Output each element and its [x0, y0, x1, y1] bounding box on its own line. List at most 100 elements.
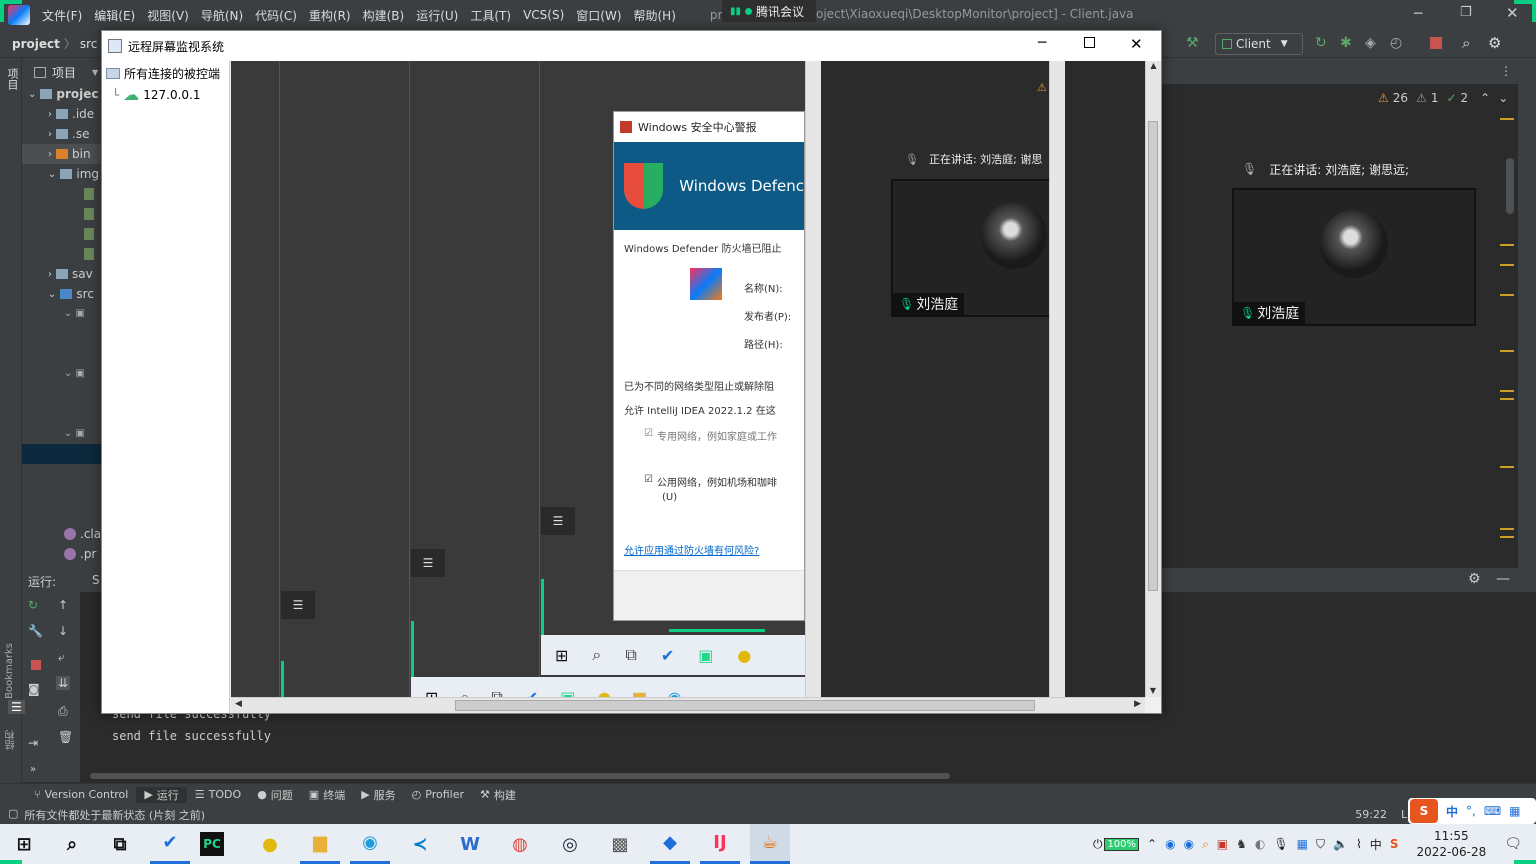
nested-vscrollbar[interactable] [805, 61, 821, 697]
run-config-select[interactable]: Client ▼ [1215, 33, 1303, 55]
scroll-thumb[interactable] [455, 700, 1035, 711]
minimize-icon[interactable]: ─ [1038, 35, 1046, 51]
project-header-label[interactable]: 项目 [52, 64, 76, 81]
ime-indicator[interactable]: 中 [1370, 836, 1382, 853]
wrench-icon[interactable]: 🔧 [28, 624, 43, 638]
tab-run[interactable]: ▶ 运行 [136, 786, 187, 803]
meeting-video-tile[interactable]: 🎙 刘浩庭 [1232, 188, 1476, 326]
tree-item-project[interactable]: ⌄ projec [28, 84, 99, 104]
stop-icon[interactable] [1430, 37, 1442, 49]
tab-profiler[interactable]: ◴ Profiler [404, 788, 472, 801]
breadcrumb-src[interactable]: src [76, 37, 102, 51]
image-file-icon[interactable] [84, 248, 94, 260]
editor-scrollbar-thumb[interactable] [1506, 158, 1514, 214]
task-view-icon[interactable]: ⧉ [100, 824, 140, 864]
menu-window[interactable]: 窗口(W) [570, 7, 627, 24]
bookmarks-tool-tab[interactable]: Bookmarks [4, 643, 15, 699]
tree-item-saved[interactable]: › sav [48, 264, 93, 284]
image-file-icon[interactable] [84, 208, 94, 220]
menu-view[interactable]: 视图(V) [141, 7, 195, 24]
chrome-icon[interactable]: ◍ [500, 824, 540, 864]
tree-item-idea[interactable]: › .ide [48, 104, 94, 124]
tree-item-project-file[interactable]: .pr [64, 544, 96, 564]
microphone-icon[interactable]: 🎙 [1273, 837, 1288, 851]
tree-item-src[interactable]: ⌄ src [48, 284, 94, 304]
image-file-icon[interactable] [84, 188, 94, 200]
tray-app-icon[interactable]: ▦ [1297, 837, 1308, 851]
volume-icon[interactable]: 🔈 [1333, 837, 1348, 851]
menu-build[interactable]: 构建(B) [357, 7, 411, 24]
run-tab[interactable]: S [92, 573, 100, 587]
chevron-up-icon[interactable]: ⌃ [1480, 91, 1490, 105]
tree-item-img[interactable]: ⌄ img [48, 164, 99, 184]
game-app-icon[interactable]: ▩ [600, 824, 640, 864]
hide-icon[interactable]: — [1496, 571, 1510, 587]
settings-gear-icon[interactable]: ⚙ [1468, 571, 1481, 587]
tray-app-icon[interactable]: ◉ [1184, 837, 1194, 851]
menu-refactor[interactable]: 重构(R) [303, 7, 357, 24]
tree-item-classpath[interactable]: .cla [64, 524, 101, 544]
tab-todo[interactable]: ☰ TODO [187, 788, 249, 801]
rerun-icon[interactable]: ↻ [1315, 35, 1327, 51]
restore-icon[interactable]: ❐ [1460, 5, 1472, 20]
tree-client-node[interactable]: └ ☁ 127.0.0.1 [112, 85, 201, 104]
todo-app-icon[interactable]: ✔ [150, 824, 190, 864]
inspection-widget[interactable]: ⚠ 26 ⚠ 1 ✓ 2 ⌃ ⌄ [1378, 91, 1508, 105]
app-logo-icon[interactable] [8, 5, 30, 25]
project-tool-tab[interactable]: 项目 [4, 68, 20, 90]
tray-app-icon[interactable]: ▣ [1217, 837, 1228, 851]
selected-tree-row[interactable] [22, 444, 102, 464]
menu-tools[interactable]: 工具(T) [464, 7, 517, 24]
maximize-icon[interactable] [1084, 37, 1095, 48]
list-icon[interactable]: ☰ [8, 700, 25, 714]
print-icon[interactable]: ⎙ [58, 704, 68, 719]
package-node[interactable]: ⌄ ▣ [64, 308, 85, 319]
chevron-down-icon[interactable]: ▼ [92, 68, 98, 77]
sogou-tray-icon[interactable]: S [1390, 837, 1399, 851]
notification-icon[interactable]: 🗨 [1504, 836, 1522, 852]
close-icon[interactable]: ✕ [1130, 35, 1143, 53]
pycharm-icon[interactable]: PC [200, 832, 224, 856]
scroll-down-icon[interactable]: ▼ [1146, 686, 1160, 695]
close-icon[interactable]: ✕ [1506, 4, 1519, 22]
tray-search-icon[interactable]: ⌕ [1202, 837, 1209, 852]
menu-run[interactable]: 运行(U) [410, 7, 464, 24]
battery-indicator[interactable]: ⏻ 100% [1093, 837, 1140, 852]
scroll-up-icon[interactable]: ▲ [1146, 61, 1161, 70]
image-file-icon[interactable] [84, 228, 94, 240]
menu-code[interactable]: 代码(C) [249, 7, 303, 24]
wps-icon[interactable]: W [450, 824, 490, 864]
settings-gear-icon[interactable]: ⚙ [1488, 34, 1501, 52]
stop-icon[interactable] [31, 660, 41, 670]
structure-tool-tab[interactable]: 结构 [4, 730, 19, 750]
debug-icon[interactable]: ✱ [1340, 35, 1352, 51]
tab-terminal[interactable]: ▣ 终端 [301, 787, 353, 803]
search-icon[interactable]: ⌕ [52, 824, 92, 864]
more-icon[interactable]: » [30, 764, 36, 775]
package-node[interactable]: ⌄ ▣ [64, 428, 85, 439]
arrow-up-icon[interactable]: ↑ [58, 598, 68, 612]
steam-icon[interactable]: ◎ [550, 824, 590, 864]
tree-item-bin[interactable]: › bin [22, 144, 102, 164]
intellij-icon[interactable]: IJ [700, 824, 740, 864]
scroll-thumb[interactable] [1148, 121, 1158, 591]
tray-cat-icon[interactable]: ♞ [1236, 837, 1247, 851]
camera-icon[interactable]: ◙ [28, 682, 40, 696]
scroll-to-end-icon[interactable]: ⇊ [56, 676, 71, 690]
menu-help[interactable]: 帮助(H) [628, 7, 682, 24]
tab-version-control[interactable]: ⑂ Version Control [26, 788, 136, 801]
meeting-indicator[interactable]: ▮▮ 腾讯会议 [722, 0, 816, 22]
meeting-app-icon[interactable]: ◆ [650, 824, 690, 864]
clock[interactable]: 11:55 2022-06-28 [1416, 828, 1486, 860]
chevron-up-icon[interactable]: ⌃ [1147, 837, 1157, 851]
file-explorer-icon[interactable]: ▆ [300, 824, 340, 864]
wifi-icon[interactable]: ⌇ [1356, 837, 1362, 851]
tab-services[interactable]: ▶ 服务 [353, 787, 403, 803]
windows-start-icon[interactable]: ⊞ [4, 824, 44, 864]
vscode-icon[interactable]: ≺ [400, 824, 440, 864]
menu-file[interactable]: 文件(F) [36, 7, 88, 24]
coverage-icon[interactable]: ◈ [1365, 35, 1376, 51]
private-network-checkbox[interactable]: ☑ 专用网络，例如家庭或工作 [644, 428, 777, 443]
scroll-left-icon[interactable]: ◀ [235, 699, 242, 709]
java-app-icon[interactable]: ☕ [750, 824, 790, 864]
